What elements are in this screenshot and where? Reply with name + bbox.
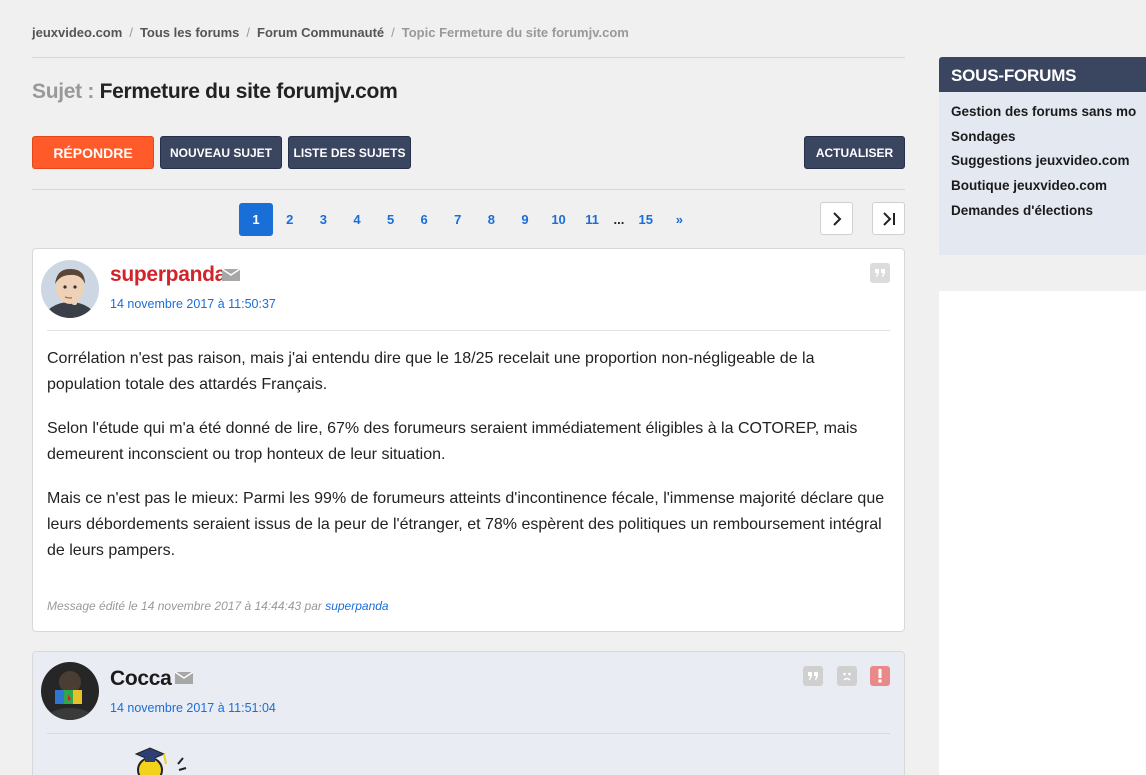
post-author[interactable]: Cocca (110, 667, 172, 691)
quote-icon[interactable] (870, 263, 890, 283)
page-ellipsis: ... (613, 212, 625, 227)
subforum-link[interactable]: Gestion des forums sans mo (951, 104, 1146, 129)
avatar[interactable] (41, 260, 99, 318)
next-page-button[interactable] (820, 202, 853, 235)
subject-title: Fermeture du site forumjv.com (99, 80, 398, 103)
post-header-divider (47, 330, 890, 331)
subforums-header: Sous-forums (939, 57, 1146, 92)
subforum-link[interactable]: Suggestions jeuxvideo.com (951, 153, 1146, 178)
post-date[interactable]: 14 novembre 2017 à 11:50:37 (110, 297, 276, 311)
forum-post: Cocca 14 novembre 2017 à 11:51:04 (32, 651, 905, 775)
post-paragraph: Selon l'étude qui m'a été donné de lire,… (47, 420, 858, 463)
last-page-icon (882, 211, 895, 226)
subject-label: Sujet : (32, 80, 95, 103)
envelope-glyph (175, 672, 193, 679)
sad-face-glyph (843, 672, 851, 681)
breadcrumb-forum-link[interactable]: Forum Communauté (257, 25, 384, 40)
report-icon[interactable] (870, 666, 890, 686)
breadcrumb-separator: / (129, 25, 133, 40)
page-link[interactable]: 11 (575, 203, 609, 236)
pagination: 1 2 3 4 5 6 7 8 9 10 11 ... 15 » (239, 203, 696, 236)
subforums-list: Gestion des forums sans mo Sondages Sugg… (939, 92, 1146, 255)
envelope-glyph (222, 269, 240, 276)
smiley-image (134, 747, 187, 775)
page-link[interactable]: 10 (542, 203, 576, 236)
page-link-last[interactable]: 15 (629, 203, 663, 236)
page-link[interactable]: 7 (441, 203, 475, 236)
avatar-image (41, 260, 99, 318)
page-link[interactable]: 5 (374, 203, 408, 236)
mail-icon[interactable] (222, 269, 240, 281)
avatar-image (41, 662, 99, 720)
page-link[interactable]: 2 (273, 203, 307, 236)
quote-glyph (875, 269, 885, 277)
mail-icon[interactable] (175, 672, 193, 684)
breadcrumb-separator: / (246, 25, 251, 40)
page-link-more[interactable]: » (663, 203, 697, 236)
breadcrumb-current: Topic Fermeture du site forumjv.com (401, 25, 629, 40)
post-header-divider (47, 733, 890, 734)
post-paragraph: Corrélation n'est pas raison, mais j'ai … (47, 350, 815, 393)
chevron-right-icon (832, 211, 841, 226)
page-title: Sujet : Fermeture du site forumjv.com (32, 80, 398, 104)
quote-icon[interactable] (803, 666, 823, 686)
page-link[interactable]: 4 (340, 203, 374, 236)
topic-list-button[interactable]: Liste des sujets (288, 136, 411, 169)
page-link[interactable]: 8 (475, 203, 509, 236)
quote-glyph (808, 672, 818, 680)
subforum-link[interactable]: Boutique jeuxvideo.com (951, 178, 1146, 203)
ignore-user-icon[interactable] (837, 666, 857, 686)
post-body: Corrélation n'est pas raison, mais j'ai … (47, 346, 887, 582)
breadcrumb-separator: / (391, 25, 395, 40)
page-link[interactable]: 9 (508, 203, 542, 236)
breadcrumb-home-link[interactable]: jeuxvideo.com (32, 25, 122, 40)
subforum-link[interactable]: Demandes d'élections (951, 203, 1146, 228)
page-link[interactable]: 6 (407, 203, 441, 236)
reply-button[interactable]: Répondre (32, 136, 154, 169)
header-divider (32, 57, 905, 58)
page-link-current[interactable]: 1 (239, 203, 273, 236)
post-paragraph: Mais ce n'est pas le mieux: Parmi les 99… (47, 490, 885, 559)
sidebar-ad-area (939, 291, 1146, 775)
avatar[interactable] (41, 662, 99, 720)
last-page-button[interactable] (872, 202, 905, 235)
edited-by-link[interactable]: superpanda (325, 599, 388, 613)
page-link[interactable]: 3 (307, 203, 341, 236)
post-date[interactable]: 14 novembre 2017 à 11:51:04 (110, 701, 276, 715)
edited-note: Message édité le 14 novembre 2017 à 14:4… (47, 599, 389, 613)
breadcrumb-all-forums-link[interactable]: Tous les forums (140, 25, 239, 40)
forum-post: superpanda 14 novembre 2017 à 11:50:37 C… (32, 248, 905, 632)
toolbar-divider (32, 189, 905, 190)
new-topic-button[interactable]: Nouveau sujet (160, 136, 282, 169)
edited-text: Message édité le 14 novembre 2017 à 14:4… (47, 599, 322, 613)
breadcrumb: jeuxvideo.com / Tous les forums / Forum Comm… (32, 25, 629, 40)
post-author[interactable]: superpanda (110, 263, 226, 287)
refresh-button[interactable]: Actualiser (804, 136, 905, 169)
exclamation-glyph (878, 669, 882, 683)
subforum-link[interactable]: Sondages (951, 129, 1146, 154)
